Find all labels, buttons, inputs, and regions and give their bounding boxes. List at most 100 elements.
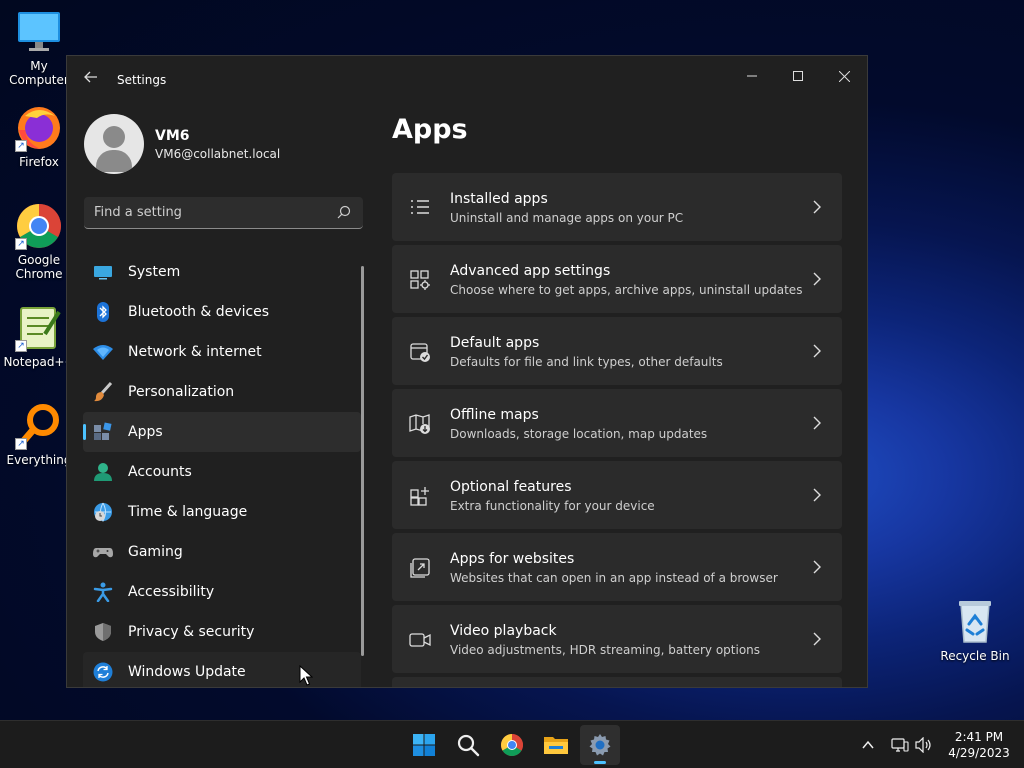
recycle-bin-icon xyxy=(951,598,999,646)
gamepad-icon xyxy=(93,542,113,562)
card-title: Offline maps xyxy=(450,407,539,423)
card-partial[interactable] xyxy=(392,677,842,687)
sidebar-item-label: Accounts xyxy=(128,464,192,480)
avatar-head xyxy=(103,126,125,148)
sidebar-item-label: Bluetooth & devices xyxy=(128,304,270,320)
card-subtitle: Uninstall and manage apps on your PC xyxy=(450,211,684,225)
card-title: Apps for websites xyxy=(450,551,575,567)
accounts-icon xyxy=(93,462,113,482)
sidebar-scrollbar[interactable] xyxy=(361,266,364,656)
settings-window: Settings VM6 VM6@collabnet.local System xyxy=(66,55,868,688)
search-box[interactable] xyxy=(84,197,363,229)
sidebar-item-label: Network & internet xyxy=(128,344,262,360)
sidebar-item-time-language[interactable]: Time & language xyxy=(83,492,361,532)
active-indicator xyxy=(594,761,606,764)
sidebar-item-label: Windows Update xyxy=(128,664,246,680)
bluetooth-icon xyxy=(93,302,113,322)
card-subtitle: Video adjustments, HDR streaming, batter… xyxy=(450,643,761,657)
close-button[interactable] xyxy=(822,60,866,92)
desktop-icon-recycle-bin[interactable]: Recycle Bin xyxy=(936,598,1014,663)
card-title: Advanced app settings xyxy=(450,263,611,279)
time-language-icon xyxy=(93,502,113,522)
sidebar-item-network[interactable]: Network & internet xyxy=(83,332,361,372)
minimize-icon xyxy=(747,75,757,77)
chrome-icon: ↗ xyxy=(15,202,63,250)
sidebar-item-label: Personalization xyxy=(128,384,235,400)
list-icon xyxy=(411,200,429,214)
sidebar-item-gaming[interactable]: Gaming xyxy=(83,532,361,572)
tray-overflow-button[interactable] xyxy=(858,735,878,755)
sidebar-item-personalization[interactable]: Personalization xyxy=(83,372,361,412)
tray-network-button[interactable] xyxy=(890,735,910,755)
avatar[interactable] xyxy=(84,114,144,174)
profile-name: VM6 xyxy=(155,128,190,144)
taskbar-settings-button[interactable] xyxy=(580,725,620,765)
maximize-icon xyxy=(793,71,803,81)
sidebar-nav: System Bluetooth & devices Network & int… xyxy=(83,252,361,687)
chevron-right-icon xyxy=(813,200,821,214)
accessibility-icon xyxy=(93,582,113,602)
settings-cards: Installed apps Uninstall and manage apps… xyxy=(392,173,842,687)
tray-volume-button[interactable] xyxy=(914,735,934,755)
monitor-icon xyxy=(15,8,63,56)
maximize-button[interactable] xyxy=(776,60,820,92)
network-icon xyxy=(891,738,909,752)
sidebar-item-label: System xyxy=(128,264,181,280)
card-video-playback[interactable]: Video playback Video adjustments, HDR st… xyxy=(392,605,842,673)
clock-date: 4/29/2023 xyxy=(948,746,1010,760)
card-subtitle: Websites that can open in an app instead… xyxy=(450,571,778,585)
everything-search-icon: ↗ xyxy=(15,402,63,450)
sidebar-item-bluetooth[interactable]: Bluetooth & devices xyxy=(83,292,361,332)
start-button[interactable] xyxy=(404,725,444,765)
taskbar-chrome-button[interactable] xyxy=(492,725,532,765)
sidebar-item-system[interactable]: System xyxy=(83,252,361,292)
mouse-cursor-icon xyxy=(299,665,313,686)
card-subtitle: Choose where to get apps, archive apps, … xyxy=(450,283,803,297)
card-subtitle: Extra functionality for your device xyxy=(450,499,655,513)
sidebar-item-label: Apps xyxy=(128,424,163,440)
card-advanced-app-settings[interactable]: Advanced app settings Choose where to ge… xyxy=(392,245,842,313)
apps-icon xyxy=(93,422,113,442)
volume-icon xyxy=(915,737,931,753)
firefox-icon: ↗ xyxy=(15,104,63,152)
card-default-apps[interactable]: Default apps Defaults for file and link … xyxy=(392,317,842,385)
chevron-right-icon xyxy=(813,560,821,574)
card-subtitle: Downloads, storage location, map updates xyxy=(450,427,708,441)
windows-update-icon xyxy=(93,662,113,682)
taskbar-clock[interactable]: 2:41 PM 4/29/2023 xyxy=(940,729,1018,761)
sidebar-item-privacy-security[interactable]: Privacy & security xyxy=(83,612,361,652)
back-button[interactable] xyxy=(79,68,103,92)
sidebar-item-accessibility[interactable]: Accessibility xyxy=(83,572,361,612)
shortcut-arrow-icon: ↗ xyxy=(15,238,27,250)
chevron-right-icon xyxy=(813,272,821,286)
taskbar-search-button[interactable] xyxy=(448,725,488,765)
taskbar: 2:41 PM 4/29/2023 xyxy=(0,720,1024,768)
card-subtitle: Defaults for file and link types, other … xyxy=(450,355,723,369)
profile-email: VM6@collabnet.local xyxy=(155,147,281,161)
video-icon xyxy=(409,633,431,647)
close-icon xyxy=(838,70,850,82)
card-title: Installed apps xyxy=(450,191,548,207)
clock-time: 2:41 PM xyxy=(954,730,1004,744)
card-optional-features[interactable]: Optional features Extra functionality fo… xyxy=(392,461,842,529)
default-apps-icon xyxy=(410,343,430,362)
shield-icon xyxy=(93,622,113,642)
chevron-right-icon xyxy=(813,632,821,646)
minimize-button[interactable] xyxy=(730,60,774,92)
card-installed-apps[interactable]: Installed apps Uninstall and manage apps… xyxy=(392,173,842,241)
settings-gear-icon xyxy=(589,734,611,756)
sidebar-item-accounts[interactable]: Accounts xyxy=(83,452,361,492)
taskbar-file-explorer-button[interactable] xyxy=(536,725,576,765)
search-input[interactable] xyxy=(84,197,324,227)
sidebar-item-apps[interactable]: Apps xyxy=(83,412,361,452)
card-apps-for-websites[interactable]: Apps for websites Websites that can open… xyxy=(392,533,842,601)
desktop-icon-label: Everything xyxy=(6,453,72,467)
sidebar-item-windows-update[interactable]: Windows Update xyxy=(83,652,361,687)
card-offline-maps[interactable]: Offline maps Downloads, storage location… xyxy=(392,389,842,457)
search-icon xyxy=(457,734,480,757)
file-explorer-icon xyxy=(544,737,568,754)
search-icon[interactable] xyxy=(337,205,351,219)
desktop-icon-label: Notepad++ xyxy=(3,355,75,369)
desktop-icon-label: Firefox xyxy=(19,155,59,169)
page-title: Apps xyxy=(392,114,468,145)
